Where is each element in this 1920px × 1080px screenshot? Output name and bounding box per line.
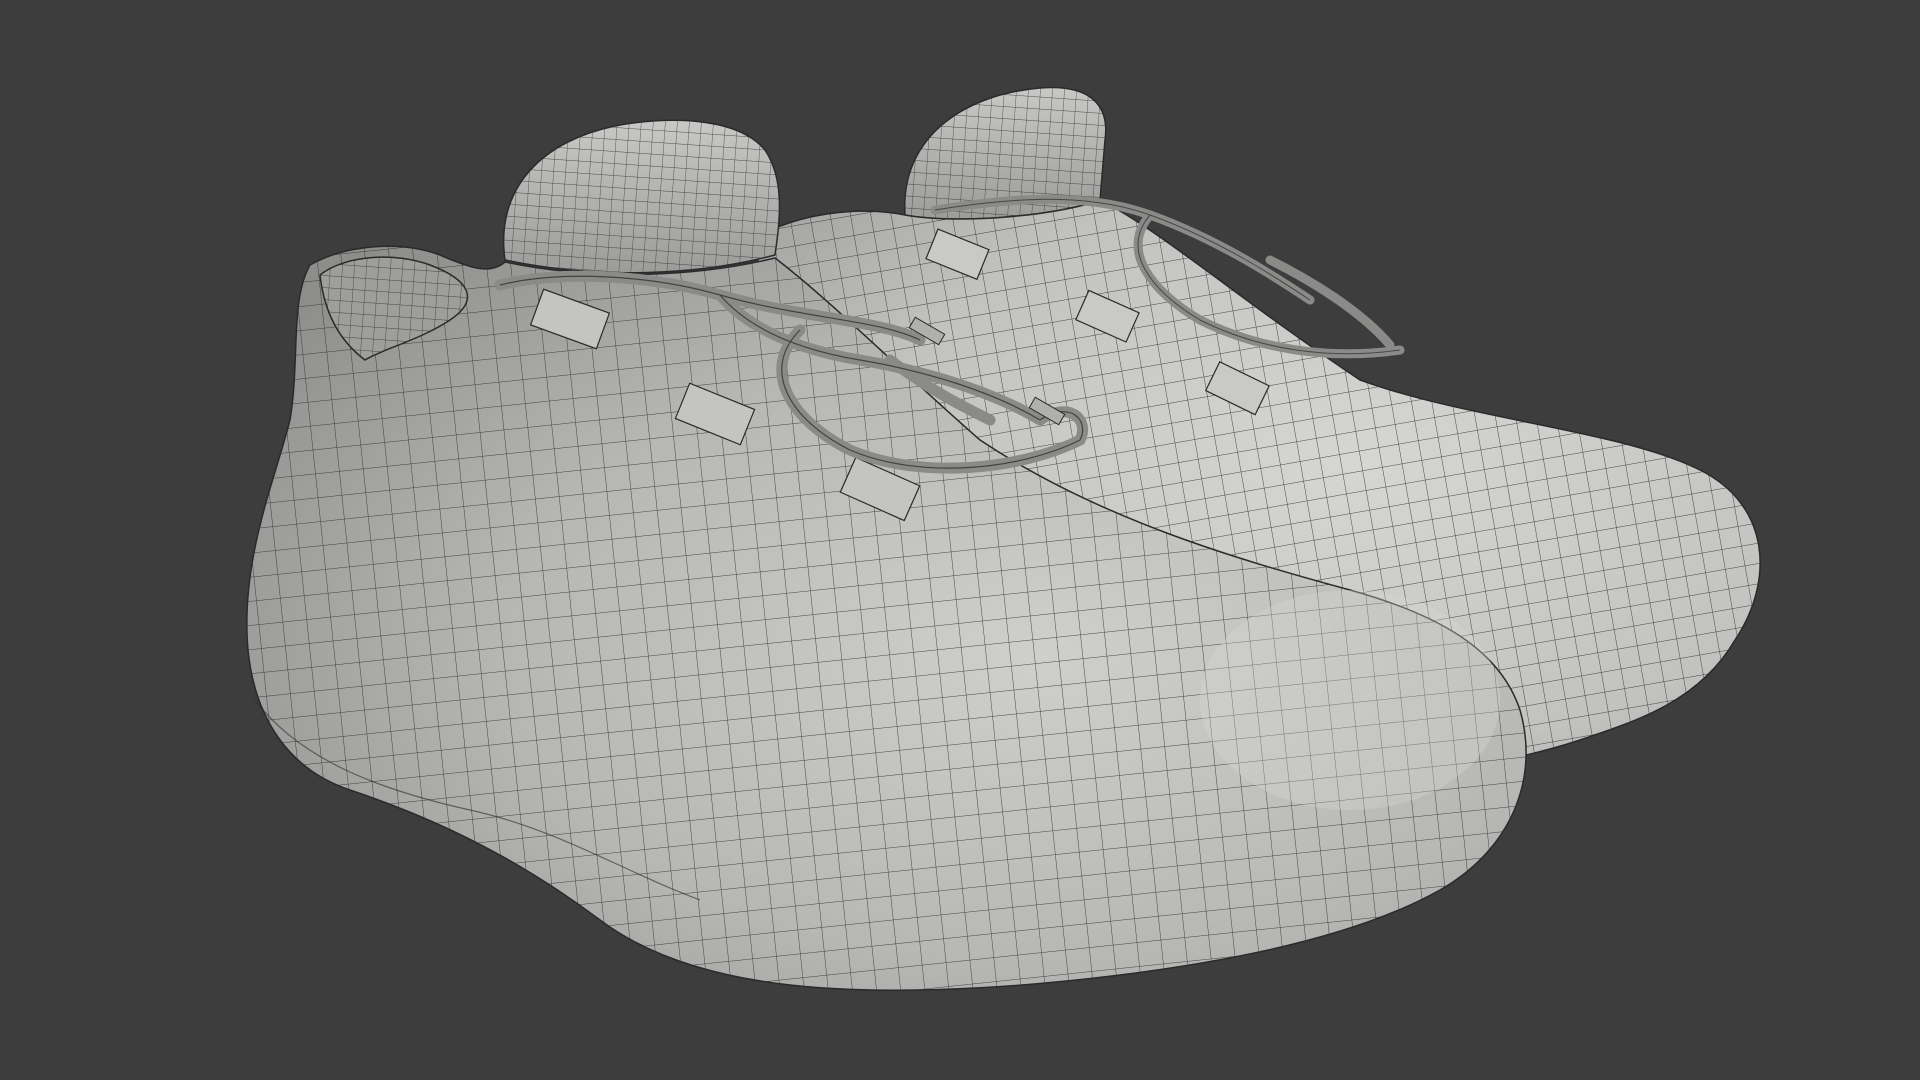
sneaker-scene xyxy=(246,86,1761,991)
3d-viewport[interactable] xyxy=(0,0,1920,1080)
front-toe-highlight xyxy=(1200,590,1500,810)
